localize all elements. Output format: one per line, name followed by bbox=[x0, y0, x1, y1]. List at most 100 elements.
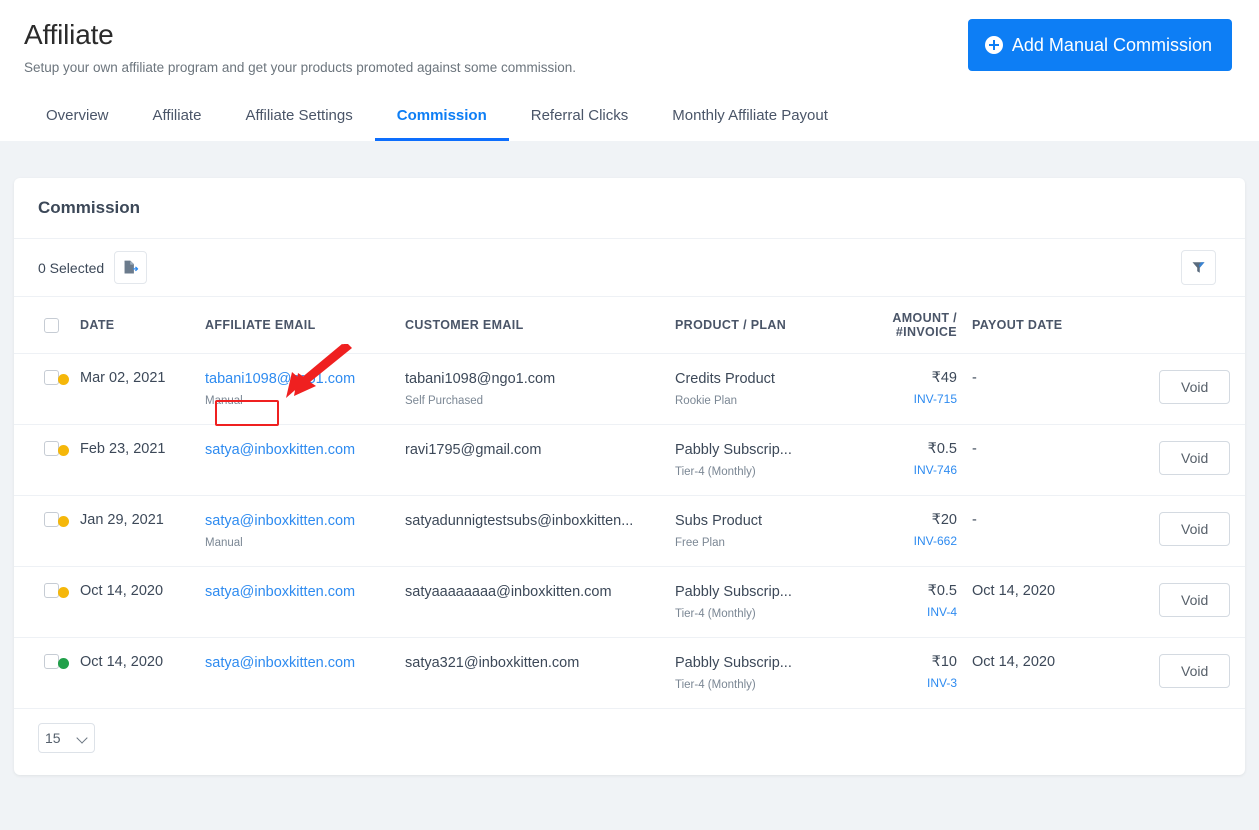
row-action-cell: Void bbox=[1111, 566, 1245, 638]
row-select-cell bbox=[14, 495, 59, 567]
row-payout-date: Oct 14, 2020 bbox=[963, 637, 1111, 709]
amount-value: ₹0.5 bbox=[927, 583, 957, 599]
invoice-link[interactable]: INV-746 bbox=[841, 463, 957, 477]
void-button[interactable]: Void bbox=[1159, 370, 1231, 404]
export-button[interactable] bbox=[114, 251, 148, 284]
plan-name: Free Plan bbox=[675, 537, 725, 549]
plus-circle-icon bbox=[984, 36, 1003, 54]
customer-email: ravi1795@gmail.com bbox=[405, 442, 542, 458]
commission-table: DATE AFFILIATE EMAIL CUSTOMER EMAIL PROD… bbox=[14, 297, 1245, 709]
select-all-header bbox=[14, 297, 59, 354]
table-row: Jan 29, 2021 satya@inboxkitten.com Manua… bbox=[14, 495, 1245, 567]
row-customer-cell: satyaaaaaaaa@inboxkitten.com bbox=[405, 566, 675, 638]
tab-overview[interactable]: Overview bbox=[24, 106, 131, 141]
void-button[interactable]: Void bbox=[1159, 583, 1231, 617]
filter-button[interactable] bbox=[1181, 250, 1216, 285]
affiliate-email-link[interactable]: satya@inboxkitten.com bbox=[205, 655, 355, 671]
row-date: Oct 14, 2020 bbox=[80, 637, 205, 709]
row-checkbox[interactable] bbox=[44, 654, 59, 669]
customer-email: tabani1098@ngo1.com bbox=[405, 371, 556, 387]
plan-name: Tier-4 (Monthly) bbox=[675, 679, 756, 691]
row-affiliate-cell: satya@inboxkitten.com bbox=[205, 424, 405, 496]
column-product-plan: PRODUCT / PLAN bbox=[675, 297, 841, 354]
row-checkbox[interactable] bbox=[44, 370, 59, 385]
tab-monthly-affiliate-payout[interactable]: Monthly Affiliate Payout bbox=[650, 106, 850, 141]
table-head: DATE AFFILIATE EMAIL CUSTOMER EMAIL PROD… bbox=[14, 297, 1245, 354]
row-payout-date: Oct 14, 2020 bbox=[963, 566, 1111, 638]
invoice-link[interactable]: INV-715 bbox=[841, 392, 957, 406]
row-product-cell: Pabbly Subscrip... Tier-4 (Monthly) bbox=[675, 566, 841, 638]
row-affiliate-cell: satya@inboxkitten.com bbox=[205, 637, 405, 709]
amount-value: ₹20 bbox=[931, 512, 957, 528]
row-payout-date: - bbox=[963, 495, 1111, 567]
tab-affiliate[interactable]: Affiliate bbox=[131, 106, 224, 141]
amount-value: ₹10 bbox=[931, 654, 957, 670]
affiliate-email-link[interactable]: tabani1098@ngo1.com bbox=[205, 371, 355, 387]
page-size-wrapper: 152550100 bbox=[38, 723, 95, 753]
customer-note: Self Purchased bbox=[405, 395, 483, 407]
tab-affiliate-settings[interactable]: Affiliate Settings bbox=[223, 106, 374, 141]
row-affiliate-cell: satya@inboxkitten.com bbox=[205, 566, 405, 638]
status-dot bbox=[58, 374, 69, 385]
void-button[interactable]: Void bbox=[1159, 654, 1231, 688]
row-amount-cell: ₹0.5 INV-746 bbox=[841, 424, 963, 496]
table-row: Feb 23, 2021 satya@inboxkitten.com ravi1… bbox=[14, 424, 1245, 496]
tab-referral-clicks[interactable]: Referral Clicks bbox=[509, 106, 651, 141]
void-button[interactable]: Void bbox=[1159, 441, 1231, 475]
row-action-cell: Void bbox=[1111, 424, 1245, 496]
selected-count-label: 0 Selected bbox=[38, 259, 105, 276]
commission-card: Commission 0 Selected DATE AFFILIATE EMA… bbox=[14, 178, 1245, 775]
amount-value: ₹49 bbox=[931, 370, 957, 386]
row-date: Feb 23, 2021 bbox=[80, 424, 205, 496]
select-all-checkbox[interactable] bbox=[44, 317, 59, 333]
page-size-select[interactable]: 152550100 bbox=[38, 723, 95, 753]
row-checkbox[interactable] bbox=[44, 583, 59, 598]
column-date: DATE bbox=[80, 297, 205, 354]
row-select-cell bbox=[14, 566, 59, 638]
invoice-link[interactable]: INV-3 bbox=[841, 676, 957, 690]
card-header: Commission bbox=[14, 178, 1245, 239]
status-dot bbox=[58, 658, 69, 669]
invoice-link[interactable]: INV-4 bbox=[841, 605, 957, 619]
table-body: Mar 02, 2021 tabani1098@ngo1.com Manual … bbox=[14, 353, 1245, 709]
row-checkbox[interactable] bbox=[44, 512, 59, 527]
product-name: Subs Product bbox=[675, 513, 763, 529]
card-footer: 152550100 bbox=[14, 709, 1245, 775]
affiliate-email-link[interactable]: satya@inboxkitten.com bbox=[205, 513, 355, 529]
table-row: Oct 14, 2020 satya@inboxkitten.com satya… bbox=[14, 566, 1245, 638]
row-amount-cell: ₹0.5 INV-4 bbox=[841, 566, 963, 638]
column-payout-date: PAYOUT DATE bbox=[963, 297, 1111, 354]
row-status-cell bbox=[58, 637, 80, 709]
product-name: Pabbly Subscrip... bbox=[675, 584, 792, 600]
affiliate-source-label: Manual bbox=[205, 395, 243, 407]
tab-commission[interactable]: Commission bbox=[374, 106, 509, 141]
status-header bbox=[58, 297, 80, 354]
row-customer-cell: tabani1098@ngo1.com Self Purchased bbox=[405, 353, 675, 425]
product-name: Pabbly Subscrip... bbox=[675, 655, 792, 671]
column-amount-invoice: AMOUNT / #INVOICE bbox=[841, 297, 963, 354]
affiliate-email-link[interactable]: satya@inboxkitten.com bbox=[205, 442, 355, 458]
row-payout-date: - bbox=[963, 353, 1111, 425]
affiliate-email-link[interactable]: satya@inboxkitten.com bbox=[205, 584, 355, 600]
table-row: Oct 14, 2020 satya@inboxkitten.com satya… bbox=[14, 637, 1245, 709]
page-header: Affiliate Setup your own affiliate progr… bbox=[0, 0, 1259, 141]
status-dot bbox=[58, 587, 69, 598]
status-dot bbox=[58, 516, 69, 527]
row-action-cell: Void bbox=[1111, 495, 1245, 567]
column-actions bbox=[1111, 297, 1245, 354]
row-product-cell: Subs Product Free Plan bbox=[675, 495, 841, 567]
row-checkbox[interactable] bbox=[44, 441, 59, 456]
row-product-cell: Pabbly Subscrip... Tier-4 (Monthly) bbox=[675, 637, 841, 709]
plan-name: Tier-4 (Monthly) bbox=[675, 466, 756, 478]
customer-email: satyadunnigtestsubs@inboxkitten... bbox=[405, 513, 634, 529]
status-dot bbox=[58, 445, 69, 456]
add-manual-commission-button[interactable]: Add Manual Commission bbox=[967, 19, 1232, 71]
filter-funnel-icon bbox=[1192, 262, 1205, 273]
void-button[interactable]: Void bbox=[1159, 512, 1231, 546]
row-status-cell bbox=[58, 566, 80, 638]
invoice-link[interactable]: INV-662 bbox=[841, 534, 957, 548]
row-date: Oct 14, 2020 bbox=[80, 566, 205, 638]
column-affiliate-email: AFFILIATE EMAIL bbox=[205, 297, 405, 354]
tab-bar: Overview Affiliate Affiliate Settings Co… bbox=[24, 106, 850, 141]
row-affiliate-cell: satya@inboxkitten.com Manual bbox=[205, 495, 405, 567]
